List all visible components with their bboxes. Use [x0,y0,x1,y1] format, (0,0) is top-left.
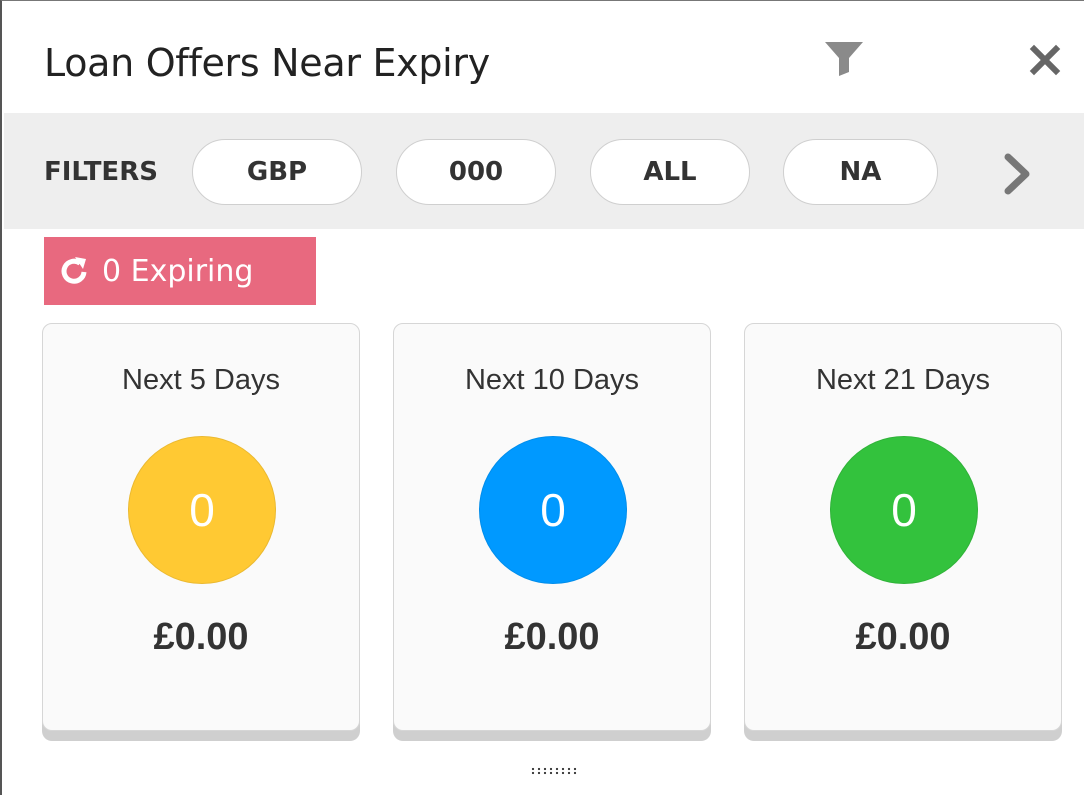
widget-title: Loan Offers Near Expiry [44,41,490,85]
card-label: Next 5 Days [122,364,280,396]
expiring-badge[interactable]: 0 Expiring [44,237,316,305]
refresh-icon [58,255,90,287]
filter-chip-branch[interactable]: 000 [396,139,556,205]
count-circle: 0 [830,436,978,584]
card-amount: £0.00 [153,616,249,658]
filter-icon[interactable] [822,39,866,79]
card-amount: £0.00 [504,616,600,658]
filter-chip-type[interactable]: NA [783,139,938,205]
widget-header: Loan Offers Near Expiry [2,1,1084,113]
card-next-10-days[interactable]: Next 10 Days 0 £0.00 [393,323,711,731]
loan-offers-widget: Loan Offers Near Expiry FILTERS GBP 0 0 0 … [0,0,1084,795]
count-circle: 0 [128,436,276,584]
card-next-21-days[interactable]: Next 21 Days 0 £0.00 [744,323,1062,731]
filters-label: FILTERS [44,157,158,187]
chevron-right-icon[interactable] [1000,151,1036,197]
count-circle: 0 [479,436,627,584]
card-next-5-days[interactable]: Next 5 Days 0 £0.00 [42,323,360,731]
close-icon[interactable] [1022,39,1068,83]
resize-handle[interactable] [530,767,578,775]
expiring-count-label: 0 Expiring [102,253,254,289]
card-amount: £0.00 [855,616,951,658]
card-label: Next 10 Days [464,364,640,396]
filter-chip-product[interactable]: ALL [590,139,750,205]
card-label: Next 21 Days [815,364,991,396]
filter-chip-currency[interactable]: GBP [192,139,362,205]
